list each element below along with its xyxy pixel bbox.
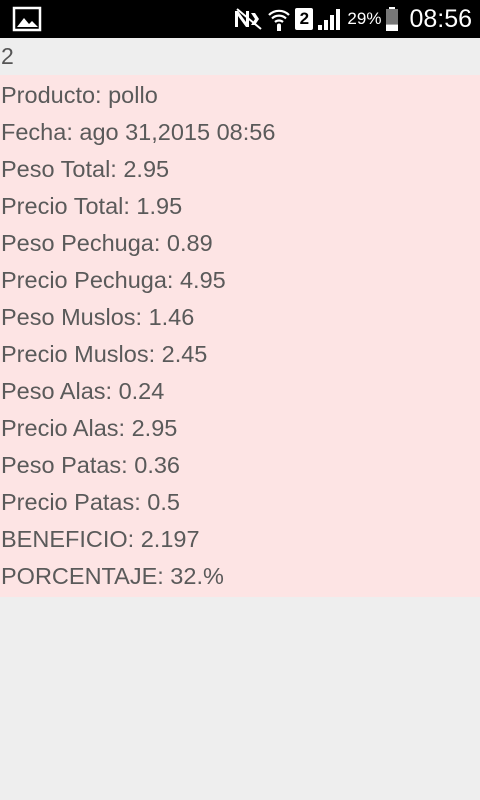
status-bar: 2 29% 08:56 — [0, 0, 480, 38]
peso-alas-line: Peso Alas: 0.24 — [1, 378, 165, 404]
precio-total-line: Precio Total: 1.95 — [1, 193, 183, 219]
producto-line: Producto: pollo — [1, 82, 158, 108]
precio-patas-line: Precio Patas: 0.5 — [1, 489, 180, 515]
record-view: 2 Producto: pollo Fecha: ago 31,2015 08:… — [0, 38, 480, 597]
status-icons: 2 29% 08:56 — [233, 0, 472, 38]
precio-pechuga-line: Precio Pechuga: 4.95 — [1, 267, 226, 293]
sim-2-icon: 2 — [295, 8, 314, 30]
record-details[interactable]: Producto: pollo Fecha: ago 31,2015 08:56… — [0, 75, 480, 597]
signal-icon — [317, 7, 341, 31]
nfc-muted-icon — [233, 7, 263, 31]
image-notification-icon — [12, 6, 42, 32]
wifi-icon — [267, 6, 291, 32]
peso-total-line: Peso Total: 2.95 — [1, 156, 170, 182]
fecha-line: Fecha: ago 31,2015 08:56 — [1, 119, 276, 145]
porcentaje-line: PORCENTAJE: 32.% — [1, 563, 224, 589]
precio-alas-line: Precio Alas: 2.95 — [1, 415, 178, 441]
peso-patas-line: Peso Patas: 0.36 — [1, 452, 180, 478]
battery-percent: 29% — [347, 9, 382, 28]
peso-muslos-line: Peso Muslos: 1.46 — [1, 304, 195, 330]
record-id: 2 — [1, 43, 14, 69]
clock: 08:56 — [409, 4, 472, 33]
beneficio-line: BENEFICIO: 2.197 — [1, 526, 200, 552]
peso-pechuga-line: Peso Pechuga: 0.89 — [1, 230, 213, 256]
battery-icon — [385, 6, 399, 32]
precio-muslos-line: Precio Muslos: 2.45 — [1, 341, 208, 367]
